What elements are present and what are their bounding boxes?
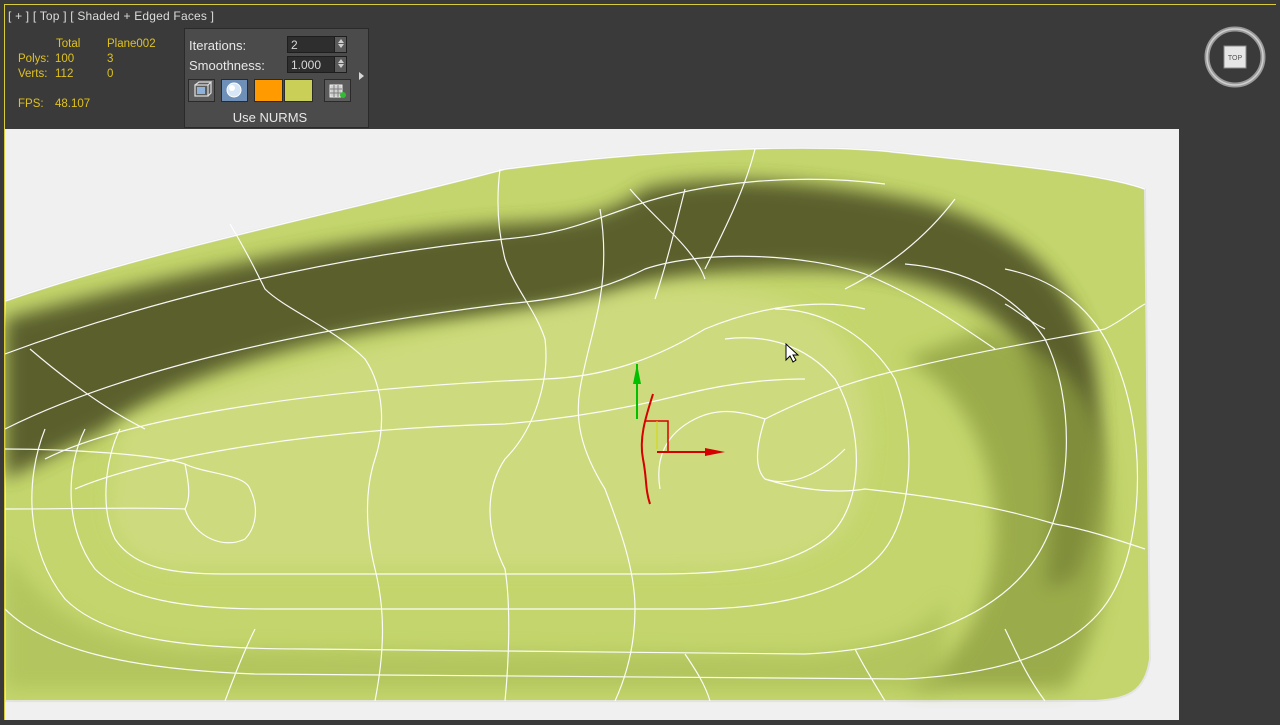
- fps-label: FPS:: [18, 98, 44, 110]
- mesh-view[interactable]: [4, 129, 1179, 720]
- smoothness-spinner[interactable]: 1.000: [287, 56, 347, 73]
- smooth-result-button[interactable]: [221, 79, 248, 102]
- use-nurms-label: Use NURMS: [232, 110, 308, 125]
- verts-label: Verts:: [18, 68, 48, 80]
- iterations-label: Iterations:: [189, 38, 247, 53]
- selection-color-swatch[interactable]: [284, 79, 313, 102]
- stats-object-header: Plane002: [107, 38, 156, 50]
- cage-color-swatch[interactable]: [254, 79, 283, 102]
- fps-value: 48.107: [55, 98, 91, 110]
- viewport-label[interactable]: [ + ] [ Top ] [ Shaded + Edged Faces ]: [8, 9, 214, 23]
- verts-total: 112: [55, 68, 74, 80]
- stats-total-header: Total: [56, 38, 81, 50]
- smoothness-spinner-arrows[interactable]: [334, 57, 346, 72]
- polys-label: Polys:: [18, 53, 50, 65]
- smoothness-label: Smoothness:: [189, 58, 265, 73]
- polys-total: 100: [55, 53, 75, 65]
- iterations-value[interactable]: 2: [291, 38, 298, 52]
- cage-icon: [194, 81, 213, 97]
- sphere-icon: [226, 82, 242, 98]
- statistics-overlay: Total Plane002 Polys: 100 3 Verts: 112 0…: [18, 38, 188, 113]
- nurms-settings-button[interactable]: [324, 79, 351, 102]
- polys-object: 3: [107, 53, 114, 65]
- iterations-spinner-arrows[interactable]: [334, 37, 346, 52]
- mesh-cube-icon: [329, 84, 346, 98]
- expand-arrow-icon[interactable]: [359, 72, 364, 80]
- viewport-canvas[interactable]: [4, 129, 1179, 720]
- iterations-spinner[interactable]: 2: [287, 36, 347, 53]
- viewcube-face-label: TOP: [1228, 55, 1243, 62]
- verts-object: 0: [107, 68, 114, 80]
- nurms-caddy-panel: Iterations: 2 Smoothness: 1.000 Use NURM…: [184, 28, 369, 128]
- viewcube[interactable]: TOP: [1200, 22, 1272, 99]
- isoline-display-button[interactable]: [188, 79, 215, 102]
- smoothness-value[interactable]: 1.000: [291, 58, 321, 72]
